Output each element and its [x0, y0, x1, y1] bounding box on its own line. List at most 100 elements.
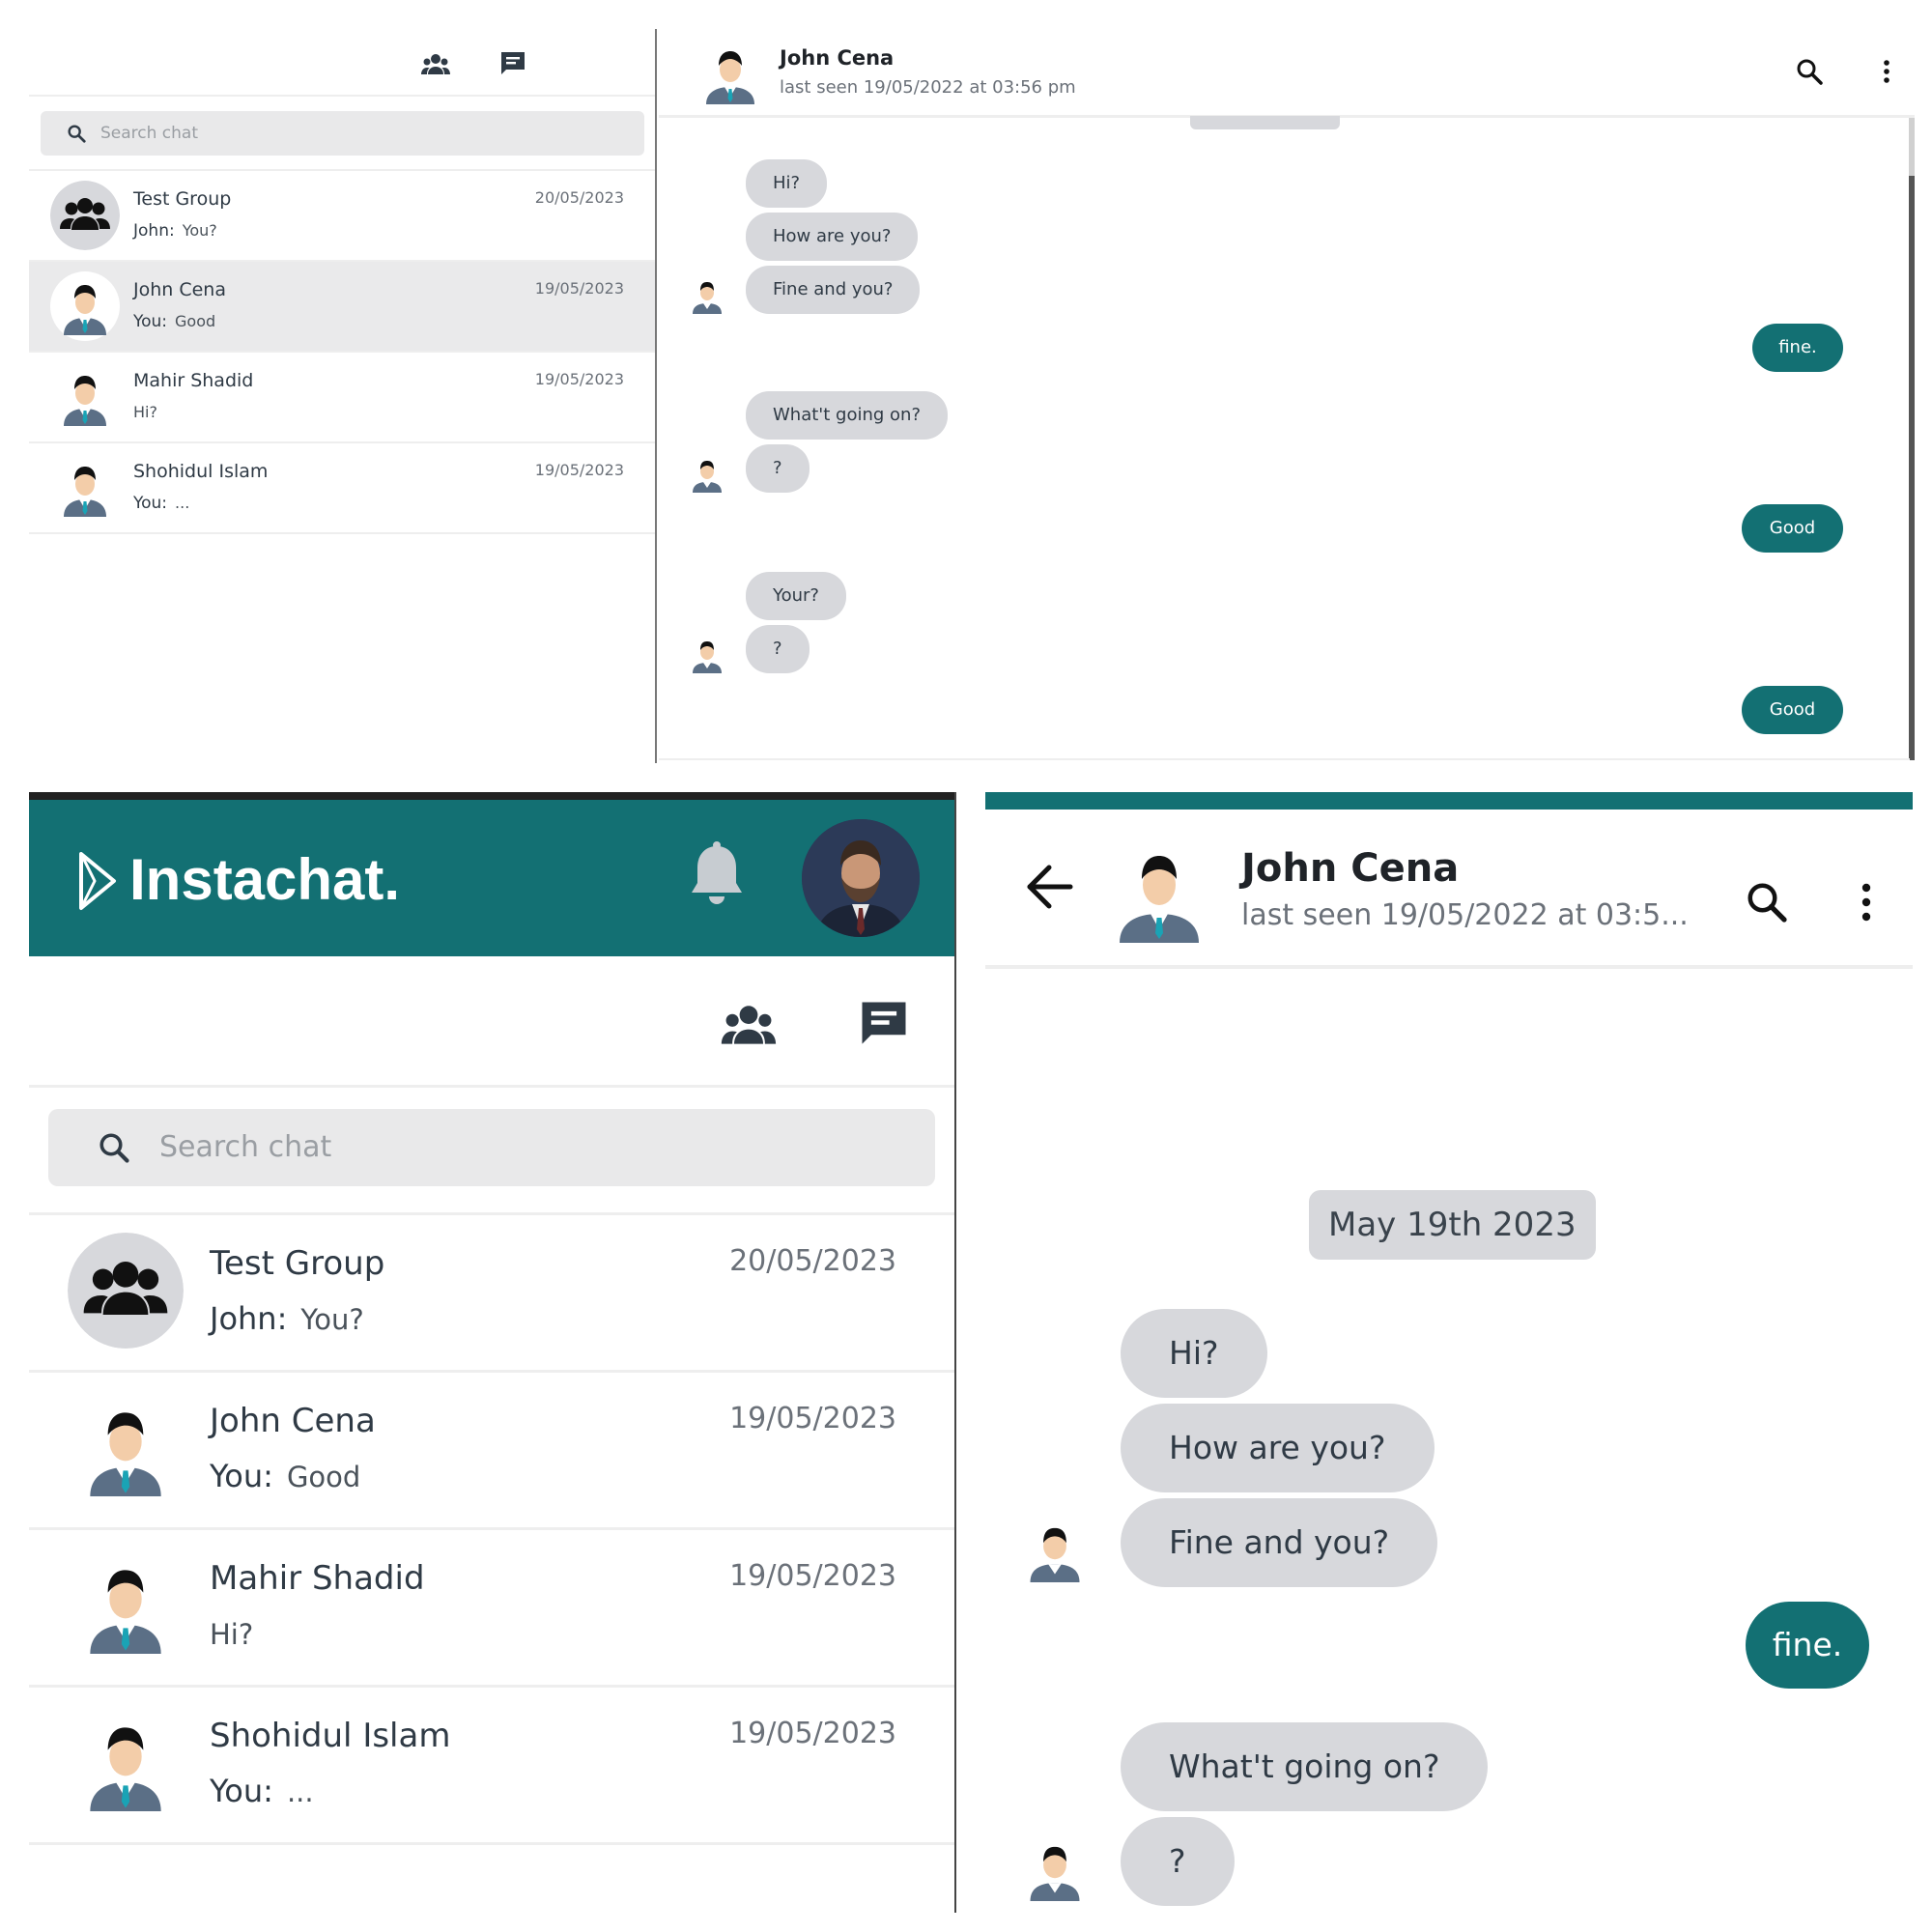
- user-avatar-icon: [90, 1570, 161, 1654]
- profile-avatar[interactable]: [802, 819, 920, 937]
- notification-bell-icon[interactable]: [686, 840, 748, 912]
- date-chip: May 19th 2023: [1309, 1190, 1596, 1260]
- search-icon: [68, 125, 86, 143]
- back-arrow-icon[interactable]: [1022, 860, 1076, 914]
- message-outgoing[interactable]: fine.: [1752, 324, 1843, 372]
- message-incoming[interactable]: Fine and you?: [1121, 1498, 1438, 1587]
- chat-list-item[interactable]: Shohidul Islam You:... 19/05/2023: [29, 443, 655, 532]
- message-outgoing[interactable]: Good: [1742, 686, 1843, 734]
- list-toolbar: [29, 956, 954, 1088]
- chat-list-item[interactable]: Mahir Shadid Hi? 19/05/2023: [29, 1530, 954, 1685]
- chat-name: Mahir Shadid: [133, 370, 254, 391]
- chat-sender: You:: [210, 1773, 273, 1809]
- chat-last-message: ...: [286, 1776, 314, 1808]
- profile-photo: [802, 819, 920, 937]
- search-bar[interactable]: [41, 111, 644, 156]
- mobile-chat-screen: John Cena last seen 19/05/2022 at 03:5..…: [985, 792, 1913, 1913]
- chat-last-message: Good: [175, 312, 216, 330]
- chat-list-item[interactable]: John Cena You: Good 19/05/2023: [29, 1373, 954, 1527]
- message-incoming[interactable]: ?: [746, 444, 810, 493]
- user-avatar: [68, 1390, 184, 1506]
- last-seen: last seen 19/05/2022 at 03:5...: [1241, 898, 1689, 932]
- user-avatar: [68, 1705, 184, 1821]
- community-icon[interactable]: [420, 48, 451, 79]
- chat-list-item[interactable]: Test Group John: You? 20/05/2023: [29, 1215, 954, 1370]
- contact-avatar[interactable]: [1116, 838, 1203, 945]
- user-avatar: [50, 453, 120, 523]
- community-icon[interactable]: [720, 995, 778, 1053]
- more-options-icon[interactable]: [1843, 879, 1889, 925]
- message-incoming[interactable]: How are you?: [1121, 1404, 1435, 1492]
- chat-name: John Cena: [210, 1402, 376, 1440]
- chat-date: 19/05/2023: [534, 461, 624, 479]
- chat-name: Shohidul Islam: [133, 461, 269, 482]
- message-incoming[interactable]: What't going on?: [1121, 1722, 1489, 1811]
- scrollbar-thumb-light[interactable]: [1909, 118, 1915, 176]
- chat-date: 20/05/2023: [729, 1244, 896, 1278]
- chat-last-message: You?: [182, 221, 217, 240]
- search-input[interactable]: [159, 1126, 836, 1167]
- message-incoming[interactable]: What't going on?: [746, 391, 948, 440]
- message-outgoing[interactable]: Good: [1742, 504, 1843, 553]
- contact-name: John Cena: [780, 46, 895, 70]
- chat-list-item[interactable]: Shohidul Islam You:... 19/05/2023: [29, 1688, 954, 1842]
- chat-date: 19/05/2023: [534, 279, 624, 298]
- user-avatar: [50, 362, 120, 432]
- scrollbar-thumb[interactable]: [1909, 176, 1915, 760]
- chat-preview: You:...: [133, 494, 189, 513]
- chat-list-item[interactable]: Mahir Shadid Hi? 19/05/2023: [29, 353, 655, 441]
- new-chat-icon[interactable]: [855, 995, 913, 1053]
- date-chip-partial: [1190, 116, 1340, 129]
- chat-date: 19/05/2023: [729, 1402, 896, 1435]
- mobile-chat-list-screen: Instachat. Search chat Test Group John: …: [29, 792, 956, 1913]
- sender-avatar: [1030, 1846, 1080, 1901]
- divider: [29, 532, 655, 534]
- more-options-icon[interactable]: [1871, 56, 1902, 87]
- message-incoming[interactable]: ?: [746, 625, 810, 673]
- message-incoming[interactable]: Your?: [746, 572, 846, 620]
- user-avatar-icon: [64, 467, 106, 517]
- chat-sender: You:: [133, 312, 168, 331]
- message-outgoing[interactable]: fine.: [1746, 1602, 1869, 1689]
- contact-name: John Cena: [1241, 846, 1460, 891]
- chat-date: 19/05/2023: [534, 370, 624, 388]
- sidebar-toolbar: [29, 29, 655, 97]
- search-input[interactable]: [100, 121, 603, 146]
- chat-preview: John: You?: [210, 1300, 364, 1337]
- user-avatar-icon: [90, 1412, 161, 1496]
- user-avatar: [50, 271, 120, 341]
- message-incoming[interactable]: ?: [1121, 1817, 1235, 1906]
- chat-last-message: You?: [300, 1303, 364, 1336]
- new-chat-icon[interactable]: [497, 48, 528, 79]
- message-incoming[interactable]: Fine and you?: [746, 266, 921, 314]
- message-incoming[interactable]: Hi?: [1121, 1309, 1267, 1398]
- logo-icon: [79, 852, 116, 910]
- chat-sender: John:: [210, 1300, 288, 1337]
- search-icon: [99, 1133, 129, 1163]
- user-avatar-icon: [64, 376, 106, 426]
- sender-avatar: [1030, 1527, 1080, 1582]
- search-icon[interactable]: [1794, 56, 1825, 87]
- chat-preview: Hi?: [133, 403, 157, 422]
- desktop-chat-pane: John Cena last seen 19/05/2022 at 03:56 …: [659, 29, 1915, 763]
- chat-last-message: Hi?: [133, 403, 157, 421]
- divider: [29, 1842, 954, 1845]
- sender-avatar: [693, 641, 722, 673]
- group-icon: [68, 1233, 184, 1349]
- chat-name: John Cena: [133, 279, 226, 300]
- contact-avatar[interactable]: [702, 41, 758, 106]
- user-avatar-icon: [64, 285, 106, 335]
- group-icon: [50, 181, 120, 250]
- chat-header: John Cena last seen 19/05/2022 at 03:5..…: [985, 810, 1913, 969]
- message-incoming[interactable]: Hi?: [746, 159, 828, 208]
- chat-sender: You:: [210, 1458, 273, 1494]
- chat-list-item-active[interactable]: John Cena You: Good 19/05/2023: [29, 262, 655, 351]
- chat-last-message: ...: [175, 494, 190, 512]
- message-incoming[interactable]: How are you?: [746, 213, 919, 261]
- chat-list-item[interactable]: Test Group John: You? 20/05/2023: [29, 171, 655, 260]
- chat-preview: You:...: [210, 1773, 314, 1809]
- chat-preview: You: Good: [210, 1458, 360, 1494]
- search-bar[interactable]: [48, 1109, 935, 1186]
- chat-last-message: Hi?: [210, 1618, 254, 1651]
- search-icon[interactable]: [1744, 879, 1790, 925]
